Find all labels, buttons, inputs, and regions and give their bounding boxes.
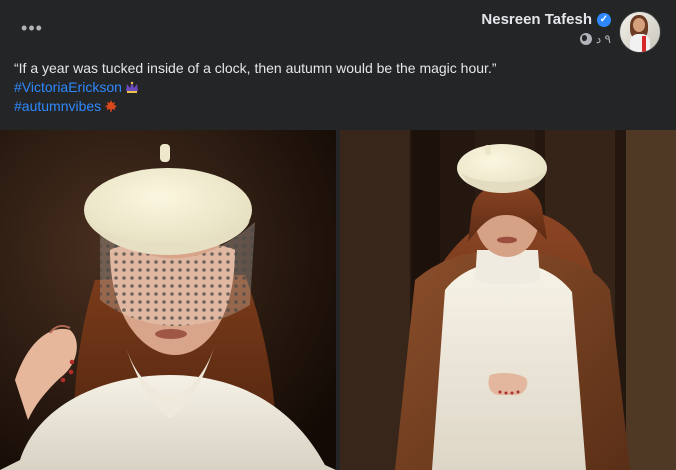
author-info: Nesreen Tafesh ✓ ٩ د xyxy=(481,11,611,46)
hashtag-autumnvibes-link[interactable]: #autumnvibes xyxy=(14,98,101,114)
author-avatar[interactable] xyxy=(619,11,661,53)
photo-left[interactable] xyxy=(0,130,336,470)
photo-left-art xyxy=(0,130,336,470)
caption-quote: “If a year was tucked inside of a clock,… xyxy=(14,60,497,76)
crown-emoji-icon xyxy=(125,81,138,93)
timestamp-link[interactable]: ٩ د xyxy=(596,32,611,46)
author-line: Nesreen Tafesh ✓ xyxy=(481,11,611,28)
post-photos xyxy=(0,130,676,470)
photo-right-art xyxy=(340,130,676,470)
hashtag-victoriaerickson-link[interactable]: #VictoriaErickson xyxy=(14,79,122,95)
photo-right[interactable] xyxy=(340,130,676,470)
globe-icon[interactable] xyxy=(579,33,592,45)
post-caption: “If a year was tucked inside of a clock,… xyxy=(14,59,664,116)
hashtag-line-1: #VictoriaErickson xyxy=(14,78,664,97)
post-meta: ٩ د xyxy=(481,32,611,46)
post-header: ••• Nesreen Tafesh ✓ ٩ د xyxy=(0,0,676,56)
avatar-body-shape xyxy=(630,34,650,52)
maple-leaf-emoji-icon xyxy=(105,100,118,112)
author-name-link[interactable]: Nesreen Tafesh xyxy=(481,11,592,28)
avatar-face-shape xyxy=(633,18,645,32)
verified-badge-icon: ✓ xyxy=(597,12,611,27)
more-options-button[interactable]: ••• xyxy=(18,16,46,40)
hashtag-line-2: #autumnvibes xyxy=(14,97,664,116)
avatar-accent-shape xyxy=(642,36,646,52)
